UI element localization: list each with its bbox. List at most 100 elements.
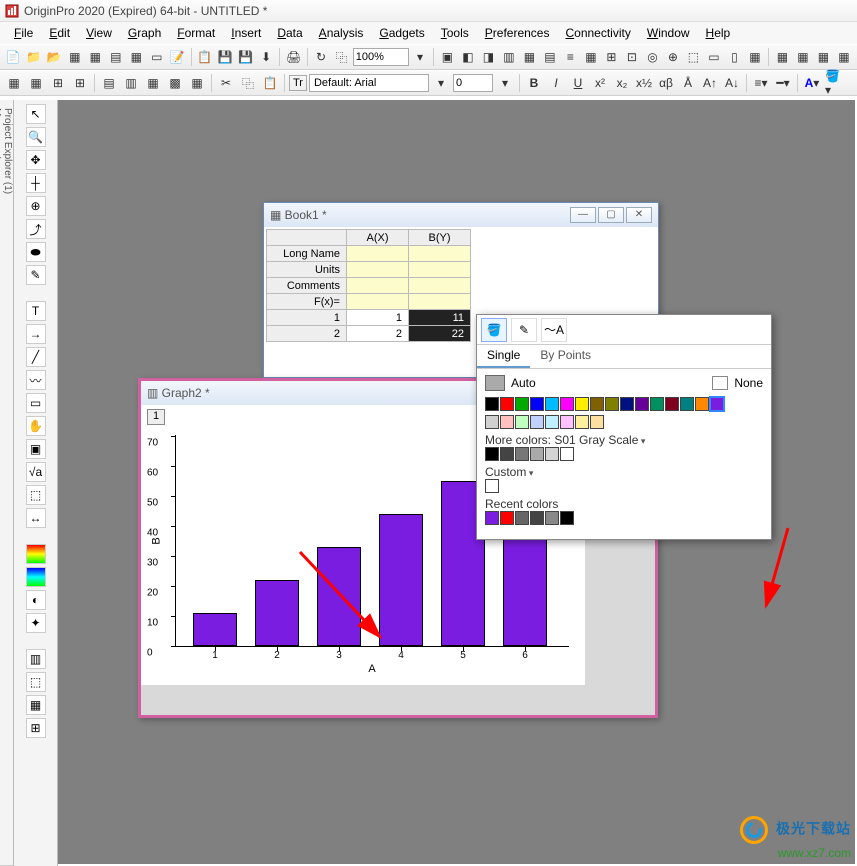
tb-p[interactable]: ▦	[746, 47, 765, 67]
save-icon[interactable]: 💾	[216, 47, 235, 67]
cut-icon[interactable]: ✂	[216, 73, 236, 93]
color-swatch[interactable]	[485, 447, 499, 461]
color-swatch[interactable]	[590, 397, 604, 411]
longname-row[interactable]: Long Name	[267, 246, 347, 262]
italic-icon[interactable]: I	[546, 73, 566, 93]
line-tool-icon[interactable]: ╱	[26, 347, 46, 367]
bar[interactable]	[317, 547, 361, 646]
rect-tool-icon[interactable]: ▭	[26, 393, 46, 413]
draw-data-icon[interactable]: ✎	[26, 265, 46, 285]
palette-5-icon[interactable]: ▥	[26, 649, 46, 669]
text-tool-icon[interactable]: T	[26, 301, 46, 321]
fill-color-icon[interactable]: 🪣▾	[824, 73, 844, 93]
font-color-icon[interactable]: A▾	[802, 73, 822, 93]
menu-file[interactable]: File	[6, 24, 41, 42]
tb-t[interactable]: ▦	[835, 47, 854, 67]
tb-n[interactable]: ▭	[705, 47, 724, 67]
tb-q[interactable]: ▦	[773, 47, 792, 67]
tb-s[interactable]: ▦	[814, 47, 833, 67]
underline-icon[interactable]: U	[568, 73, 588, 93]
subscript-icon[interactable]: x₂	[612, 73, 632, 93]
tb-e[interactable]: ▦	[520, 47, 539, 67]
color-swatch[interactable]	[695, 397, 709, 411]
bar[interactable]	[379, 514, 423, 646]
bar[interactable]	[193, 613, 237, 646]
duplicate-icon[interactable]: ⿻	[332, 47, 351, 67]
menu-tools[interactable]: Tools	[433, 24, 477, 42]
color-swatch[interactable]	[560, 511, 574, 525]
line-weight-icon[interactable]: ━▾	[773, 73, 793, 93]
color-swatch[interactable]	[515, 447, 529, 461]
dock-tab[interactable]: Messages Log	[0, 104, 2, 866]
color-swatch[interactable]	[590, 415, 604, 429]
menu-connectivity[interactable]: Connectivity	[557, 24, 638, 42]
new-folder-icon[interactable]: 📁	[25, 47, 44, 67]
color-swatch[interactable]	[530, 397, 544, 411]
data-selector-icon[interactable]: ⤴	[26, 219, 46, 239]
color-swatch[interactable]	[500, 415, 514, 429]
rescale-icon[interactable]: ↔	[26, 508, 46, 528]
tb-b[interactable]: ◧	[459, 47, 478, 67]
new-workbook-icon[interactable]: ▦	[66, 47, 85, 67]
paste-icon[interactable]: 📋	[260, 73, 280, 93]
worksheet-table[interactable]: A(X)B(Y) Long Name Units Comments F(x)= …	[266, 229, 471, 342]
more-colors-label[interactable]: More colors: S01 Gray Scale	[485, 433, 763, 447]
color-swatch[interactable]	[530, 447, 544, 461]
color-swatch[interactable]	[575, 397, 589, 411]
region-tool-icon[interactable]: ✋	[26, 416, 46, 436]
auto-swatch[interactable]	[485, 375, 505, 391]
color-swatch[interactable]	[530, 511, 544, 525]
tb-r[interactable]: ▦	[794, 47, 813, 67]
zoom-dropdown-icon[interactable]: ▾	[411, 47, 430, 67]
color-swatch[interactable]	[560, 415, 574, 429]
color-swatch[interactable]	[665, 397, 679, 411]
palette-7-icon[interactable]: ▦	[26, 695, 46, 715]
palette-6-icon[interactable]: ⬚	[26, 672, 46, 692]
new-excel-icon[interactable]: ▦	[127, 47, 146, 67]
color-swatch[interactable]	[620, 397, 634, 411]
insert-eq-icon[interactable]: √a	[26, 462, 46, 482]
menu-help[interactable]: Help	[698, 24, 739, 42]
color-swatch[interactable]	[545, 447, 559, 461]
color-swatch[interactable]	[500, 447, 514, 461]
tb-m[interactable]: ⬚	[684, 47, 703, 67]
copy-icon[interactable]: ⿻	[238, 73, 258, 93]
reader-tool-icon[interactable]: ┼	[26, 173, 46, 193]
none-swatch[interactable]	[712, 376, 728, 390]
palette-4-icon[interactable]: ✦	[26, 613, 46, 633]
color-swatch[interactable]	[515, 415, 529, 429]
polyline-tool-icon[interactable]: 〰	[26, 370, 46, 390]
save-project-icon[interactable]: 💾	[236, 47, 255, 67]
tb2-g[interactable]: ▦	[143, 73, 163, 93]
tb2-a[interactable]: ▦	[4, 73, 24, 93]
bold-icon[interactable]: B	[524, 73, 544, 93]
tb2-e[interactable]: ▤	[99, 73, 119, 93]
color-swatch[interactable]	[515, 511, 529, 525]
cell-b1[interactable]: 11	[409, 310, 471, 326]
line-mode-icon[interactable]: ✎	[511, 318, 537, 342]
tb2-f[interactable]: ▥	[121, 73, 141, 93]
import-icon[interactable]: ⬇	[257, 47, 276, 67]
book1-titlebar[interactable]: ▦ Book1 * — ▢ ✕	[264, 203, 658, 227]
tb-d[interactable]: ▥	[500, 47, 519, 67]
color-swatch[interactable]	[515, 397, 529, 411]
col-a-header[interactable]: A(X)	[347, 230, 409, 246]
new-graph-icon[interactable]: ▦	[86, 47, 105, 67]
tb-o[interactable]: ▯	[725, 47, 744, 67]
data-reader-icon[interactable]: ⊕	[26, 196, 46, 216]
color-picker-popup[interactable]: 🪣 ✎ ～A Single By Points Auto None More c…	[476, 314, 772, 540]
color-swatch[interactable]	[545, 397, 559, 411]
new-notes-icon[interactable]: 📝	[168, 47, 187, 67]
tb-l[interactable]: ⊕	[664, 47, 683, 67]
zoom-input[interactable]	[353, 48, 409, 66]
cell-b2[interactable]: 22	[409, 326, 471, 342]
color-swatch[interactable]	[560, 397, 574, 411]
palette-1-icon[interactable]	[26, 544, 46, 564]
font-name-input[interactable]	[309, 74, 429, 92]
font-style-icon[interactable]: Tr	[289, 75, 307, 91]
tb-h[interactable]: ▦	[582, 47, 601, 67]
tab-by-points[interactable]: By Points	[530, 345, 601, 368]
tb-j[interactable]: ⊡	[623, 47, 642, 67]
tab-single[interactable]: Single	[477, 345, 530, 368]
color-swatch[interactable]	[545, 511, 559, 525]
